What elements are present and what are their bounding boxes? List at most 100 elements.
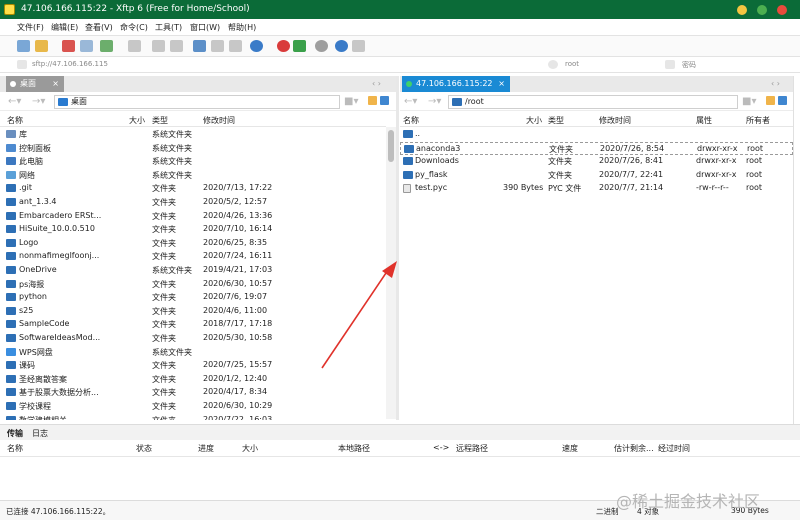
col-type[interactable]: 类型 bbox=[152, 115, 168, 126]
xfer-col-direction[interactable]: <-> bbox=[433, 443, 449, 452]
col-modified[interactable]: 修改时间 bbox=[203, 115, 235, 126]
menu-edit[interactable]: 编辑(E) bbox=[51, 22, 78, 33]
left-new-folder-icon[interactable] bbox=[380, 96, 389, 105]
col-size[interactable]: 大小 bbox=[129, 115, 145, 126]
col-name[interactable]: 名称 bbox=[403, 115, 419, 126]
properties-icon[interactable] bbox=[80, 40, 93, 52]
paste-icon[interactable] bbox=[170, 40, 183, 52]
table-row[interactable]: test.pyc 390 Bytes PYC 文件 2020/7/7, 21:14 -r… bbox=[400, 182, 793, 196]
xfer-col-elapsed[interactable]: 经过时间 bbox=[658, 443, 690, 454]
file-modified: 2020/6/25, 8:35 bbox=[203, 237, 268, 247]
xfer-col-remote-path[interactable]: 远程路径 bbox=[456, 443, 488, 454]
minimize-button[interactable] bbox=[737, 5, 747, 15]
right-refresh-icon[interactable] bbox=[766, 96, 775, 105]
file-modified: 2020/7/26, 8:54 bbox=[600, 143, 665, 153]
username-input[interactable]: root bbox=[565, 60, 579, 68]
table-row[interactable]: .git 文件夹 2020/7/13, 17:22 bbox=[0, 182, 386, 196]
menu-view[interactable]: 查看(V) bbox=[85, 22, 113, 33]
table-row[interactable]: HiSuite_10.0.0.510 文件夹 2020/7/10, 16:14 bbox=[0, 223, 386, 237]
xfer-col-local-path[interactable]: 本地路径 bbox=[338, 443, 370, 454]
file-modified: 2020/7/7, 21:14 bbox=[599, 183, 664, 193]
file-name: 学校课程 bbox=[19, 402, 51, 411]
table-row[interactable]: 圣经离散答案 文件夹 2020/1/2, 12:40 bbox=[0, 373, 386, 387]
back-icon[interactable]: ←▾ bbox=[404, 96, 417, 107]
view-icon[interactable] bbox=[128, 40, 141, 52]
col-attributes[interactable]: 属性 bbox=[696, 115, 712, 126]
refresh-icon[interactable] bbox=[100, 40, 113, 52]
copy-icon[interactable] bbox=[152, 40, 165, 52]
gear-icon[interactable] bbox=[315, 40, 328, 52]
table-row[interactable]: Downloads 文件夹 2020/7/26, 8:41 drwxr-xr-x roo… bbox=[400, 155, 793, 169]
right-new-folder-icon[interactable] bbox=[778, 96, 787, 105]
menu-help[interactable]: 帮助(H) bbox=[228, 22, 256, 33]
tab-log[interactable]: 日志 bbox=[32, 428, 48, 439]
folder-icon bbox=[6, 266, 16, 274]
left-path-input[interactable]: 桌面 bbox=[54, 95, 340, 109]
host-input[interactable]: sftp://47.106.166.115 bbox=[32, 60, 108, 68]
table-row[interactable]: Logo 文件夹 2020/6/25, 8:35 bbox=[0, 237, 386, 251]
forward-icon[interactable]: →▾ bbox=[32, 96, 45, 107]
col-name[interactable]: 名称 bbox=[7, 115, 23, 126]
table-row[interactable]: anaconda3 文件夹 2020/7/26, 8:54 drwxr-xr-x roo… bbox=[400, 141, 793, 156]
table-row[interactable]: py_flask 文件夹 2020/7/7, 22:41 drwxr-xr-x root bbox=[400, 169, 793, 183]
table-row[interactable]: Embarcadero ERSt... 文件夹 2020/4/26, 13:36 bbox=[0, 210, 386, 224]
disconnect-icon[interactable] bbox=[62, 40, 75, 52]
file-owner: root bbox=[747, 143, 764, 153]
back-icon[interactable]: ←▾ bbox=[8, 96, 21, 107]
xfer-col-progress[interactable]: 进度 bbox=[198, 443, 214, 454]
password-input[interactable]: 密码 bbox=[682, 60, 696, 70]
table-row[interactable]: 网络 系统文件夹 bbox=[0, 169, 386, 183]
table-row[interactable]: ant_1.3.4 文件夹 2020/5/2, 12:57 bbox=[0, 196, 386, 210]
maximize-button[interactable] bbox=[757, 5, 767, 15]
menu-file[interactable]: 文件(F) bbox=[17, 22, 44, 33]
table-row[interactable]: 基于股票大数据分析... 文件夹 2020/4/17, 8:34 bbox=[0, 386, 386, 400]
menu-tools[interactable]: 工具(T) bbox=[155, 22, 182, 33]
help-icon[interactable] bbox=[335, 40, 348, 52]
menu-window[interactable]: 窗口(W) bbox=[190, 22, 220, 33]
close-button[interactable] bbox=[777, 5, 787, 15]
col-type[interactable]: 类型 bbox=[548, 115, 564, 126]
left-folder-icon[interactable]: ■▾ bbox=[344, 96, 358, 107]
file-name: nonmafimeglfoonj... bbox=[19, 251, 100, 261]
file-owner: root bbox=[746, 156, 763, 166]
tab-nav-icon[interactable]: ‹ › bbox=[372, 79, 381, 88]
left-scroll-thumb[interactable] bbox=[388, 130, 394, 162]
xfer-col-size[interactable]: 大小 bbox=[242, 443, 258, 454]
close-tab-icon[interactable]: × bbox=[52, 76, 59, 92]
col-owner[interactable]: 所有者 bbox=[746, 115, 770, 126]
sync-icon[interactable] bbox=[193, 40, 206, 52]
tab-desktop[interactable]: 桌面 × bbox=[6, 76, 64, 92]
filter-icon[interactable] bbox=[229, 40, 242, 52]
forward-icon[interactable]: →▾ bbox=[428, 96, 441, 107]
menu-command[interactable]: 命令(C) bbox=[120, 22, 148, 33]
left-refresh-icon[interactable] bbox=[368, 96, 377, 105]
xftp-icon[interactable] bbox=[293, 40, 306, 52]
close-tab-icon[interactable]: × bbox=[498, 76, 505, 92]
col-size[interactable]: 大小 bbox=[526, 115, 542, 126]
xfer-col-eta[interactable]: 估计剩余... bbox=[614, 443, 654, 454]
tab-nav-icon[interactable]: ‹ › bbox=[771, 79, 780, 88]
xshell-icon[interactable] bbox=[277, 40, 290, 52]
table-row[interactable]: 此电脑 系统文件夹 bbox=[0, 155, 386, 169]
more-icon[interactable] bbox=[352, 40, 365, 52]
bottom-tabs: 传输 日志 bbox=[0, 424, 800, 440]
xfer-col-speed[interactable]: 速度 bbox=[562, 443, 578, 454]
tab-transfers[interactable]: 传输 bbox=[7, 428, 23, 439]
right-folder-icon[interactable]: ■▾ bbox=[742, 96, 756, 107]
file-type: 文件夹 bbox=[152, 238, 176, 248]
xfer-col-status[interactable]: 状态 bbox=[136, 443, 152, 454]
col-modified[interactable]: 修改时间 bbox=[599, 115, 631, 126]
table-row[interactable]: .. bbox=[400, 128, 793, 142]
file-name: s25 bbox=[19, 305, 34, 315]
globe-icon[interactable] bbox=[250, 40, 263, 52]
tab-remote-session[interactable]: 47.106.166.115:22 × bbox=[402, 76, 510, 92]
table-row[interactable]: 学校课程 文件夹 2020/6/30, 10:29 bbox=[0, 400, 386, 414]
transfer-icon[interactable] bbox=[211, 40, 224, 52]
table-row[interactable]: 库 系统文件夹 bbox=[0, 128, 386, 142]
new-session-icon[interactable] bbox=[17, 40, 30, 52]
table-row[interactable]: 控制面板 系统文件夹 bbox=[0, 142, 386, 156]
open-folder-icon[interactable] bbox=[35, 40, 48, 52]
table-row[interactable]: 数学建模相关 文件夹 2020/7/22, 16:03 bbox=[0, 414, 386, 420]
xfer-col-name[interactable]: 名称 bbox=[7, 443, 23, 454]
right-path-input[interactable]: /root bbox=[448, 95, 738, 109]
